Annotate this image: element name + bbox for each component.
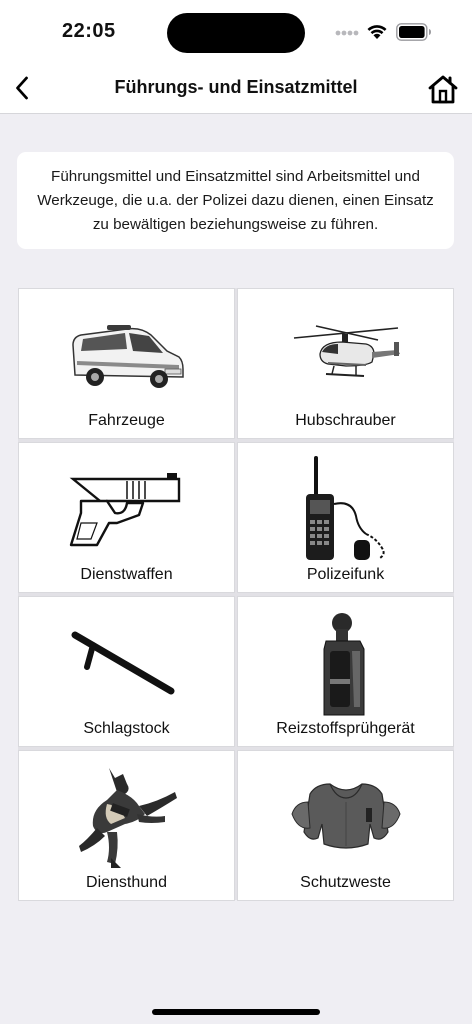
police-van-image xyxy=(19,305,234,405)
tile-reizstoff[interactable]: Reizstoffsprühgerät xyxy=(237,596,454,747)
police-dog-image xyxy=(19,767,234,868)
pepper-spray-image xyxy=(238,613,453,716)
tile-diensthund[interactable]: Diensthund xyxy=(18,750,235,901)
home-button[interactable] xyxy=(424,70,462,108)
category-grid: Fahrzeuge Hubschrauber Dienstwaffen Poli… xyxy=(18,288,454,901)
tile-dienstwaffen[interactable]: Dienstwaffen xyxy=(18,442,235,593)
house-icon xyxy=(428,75,458,104)
status-bar: 22:05 xyxy=(0,0,472,62)
wifi-icon xyxy=(367,25,387,39)
signal-icon xyxy=(335,30,359,36)
battery-icon xyxy=(396,23,431,41)
status-time: 22:05 xyxy=(62,20,116,42)
tile-schutzweste[interactable]: Schutzweste xyxy=(237,750,454,901)
tile-label: Polizeifunk xyxy=(306,566,385,583)
tile-label: Schlagstock xyxy=(83,720,170,737)
radio-image xyxy=(238,456,453,560)
pistol-image xyxy=(19,459,234,559)
intro-card: Führungsmittel und Einsatzmittel sind Ar… xyxy=(17,152,454,249)
tile-label: Fahrzeuge xyxy=(88,412,165,429)
nav-bar: Führungs- und Einsatzmittel xyxy=(0,62,472,114)
tile-label: Diensthund xyxy=(86,874,167,891)
back-button[interactable] xyxy=(6,72,38,104)
dynamic-island xyxy=(167,13,305,53)
tile-label: Dienstwaffen xyxy=(80,566,173,583)
tile-label: Schutzweste xyxy=(300,874,391,891)
tile-schlagstock[interactable]: Schlagstock xyxy=(18,596,235,747)
chevron-left-icon xyxy=(16,76,28,100)
home-indicator xyxy=(152,1009,320,1015)
tile-label: Reizstoffsprühgerät xyxy=(276,720,415,737)
tile-fahrzeuge[interactable]: Fahrzeuge xyxy=(18,288,235,439)
tile-polizeifunk[interactable]: Polizeifunk xyxy=(237,442,454,593)
protective-vest-image xyxy=(238,767,453,867)
intro-text: Führungsmittel und Einsatzmittel sind Ar… xyxy=(37,167,434,233)
police-helicopter-image xyxy=(238,305,453,405)
page-title: Führungs- und Einsatzmittel xyxy=(114,77,358,97)
tile-hubschrauber[interactable]: Hubschrauber xyxy=(237,288,454,439)
tile-label: Hubschrauber xyxy=(295,412,396,429)
baton-image xyxy=(19,613,234,713)
